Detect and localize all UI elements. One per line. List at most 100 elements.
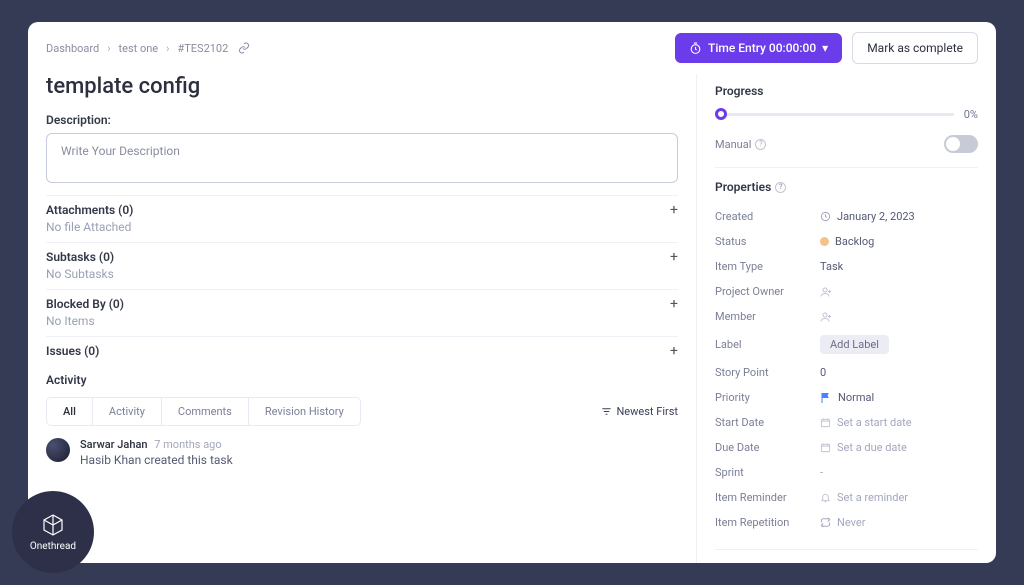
activity-tabs: All Activity Comments Revision History: [46, 397, 361, 426]
sort-button[interactable]: Newest First: [601, 405, 678, 418]
sort-label: Newest First: [616, 405, 678, 418]
prop-due-value: Set a due date: [837, 441, 907, 454]
user-add-icon: [820, 311, 832, 323]
tab-activity[interactable]: Activity: [93, 398, 162, 425]
prop-status-value: Backlog: [835, 235, 874, 248]
prop-itemtype-key: Item Type: [715, 260, 820, 273]
prop-row-created: Created January 2, 2023: [715, 204, 978, 229]
attachments-title: Attachments (0): [46, 203, 133, 217]
onethread-label: Onethread: [30, 541, 76, 552]
breadcrumb-task-id[interactable]: #TES2102: [177, 42, 228, 55]
plus-icon[interactable]: +: [670, 296, 678, 312]
calendar-icon: [820, 442, 831, 453]
prop-row-repetition[interactable]: Item Repetition Never: [715, 510, 978, 535]
clock-icon: [820, 211, 831, 222]
prop-reminder-key: Item Reminder: [715, 491, 820, 504]
progress-title: Progress: [715, 84, 978, 98]
prop-reminder-value: Set a reminder: [837, 491, 908, 504]
prop-row-due-date[interactable]: Due Date Set a due date: [715, 435, 978, 460]
plus-icon[interactable]: +: [670, 202, 678, 218]
activity-item: Sarwar Jahan 7 months ago Hasib Khan cre…: [46, 438, 678, 467]
plus-icon[interactable]: +: [670, 343, 678, 359]
prop-due-key: Due Date: [715, 441, 820, 454]
prop-priority-value: Normal: [838, 391, 874, 404]
onethread-badge[interactable]: Onethread: [12, 491, 94, 573]
chevron-right-icon: ›: [107, 42, 110, 55]
breadcrumb-dashboard[interactable]: Dashboard: [46, 42, 99, 55]
link-icon[interactable]: [236, 42, 252, 54]
properties-title: Properties: [715, 180, 771, 194]
add-attachment-button[interactable]: Add Attachment: [715, 549, 978, 563]
prop-sprint-key: Sprint: [715, 466, 820, 479]
tab-revision-history[interactable]: Revision History: [249, 398, 360, 425]
issues-title: Issues (0): [46, 344, 99, 358]
plus-icon[interactable]: +: [670, 249, 678, 265]
chevron-down-icon: ▾: [822, 41, 828, 55]
activity-timestamp: 7 months ago: [154, 438, 221, 451]
manual-toggle[interactable]: [944, 135, 978, 153]
prop-row-status[interactable]: Status Backlog: [715, 229, 978, 254]
description-input[interactable]: Write Your Description: [46, 133, 678, 183]
avatar[interactable]: [46, 438, 70, 462]
sort-icon: [601, 406, 612, 417]
prop-created-key: Created: [715, 210, 820, 223]
prop-repeat-key: Item Repetition: [715, 516, 820, 529]
prop-status-key: Status: [715, 235, 820, 248]
breadcrumb-project[interactable]: test one: [119, 42, 159, 55]
progress-percent: 0%: [964, 108, 978, 121]
bell-icon: [820, 492, 831, 503]
prop-row-label[interactable]: Label Add Label: [715, 329, 978, 360]
flag-icon: [820, 392, 832, 404]
prop-itemtype-value: Task: [820, 260, 843, 273]
subtasks-title: Subtasks (0): [46, 250, 114, 264]
prop-row-owner[interactable]: Project Owner: [715, 279, 978, 304]
prop-row-start-date[interactable]: Start Date Set a start date: [715, 410, 978, 435]
status-dot-icon: [820, 237, 829, 246]
prop-row-story-point[interactable]: Story Point 0: [715, 360, 978, 385]
prop-created-value: January 2, 2023: [837, 210, 915, 223]
prop-owner-key: Project Owner: [715, 285, 820, 298]
description-label: Description:: [46, 113, 678, 127]
add-label-chip[interactable]: Add Label: [820, 335, 889, 354]
blocked-by-header[interactable]: Blocked By (0) +: [46, 290, 678, 314]
prop-row-priority[interactable]: Priority Normal: [715, 385, 978, 410]
slider-handle[interactable]: [715, 108, 727, 120]
prop-row-sprint[interactable]: Sprint -: [715, 460, 978, 485]
prop-story-value: 0: [820, 366, 826, 379]
mark-complete-button[interactable]: Mark as complete: [852, 32, 978, 64]
tab-comments[interactable]: Comments: [162, 398, 249, 425]
stopwatch-icon: [689, 42, 702, 55]
blocked-by-title: Blocked By (0): [46, 297, 124, 311]
prop-row-member[interactable]: Member: [715, 304, 978, 329]
breadcrumb: Dashboard › test one › #TES2102: [46, 42, 252, 55]
time-entry-label: Time Entry 00:00:00: [708, 41, 816, 55]
time-entry-button[interactable]: Time Entry 00:00:00 ▾: [675, 33, 842, 63]
prop-priority-key: Priority: [715, 391, 820, 404]
subtasks-body: No Subtasks: [46, 267, 678, 289]
cube-icon: [41, 513, 65, 537]
help-icon[interactable]: ?: [775, 182, 786, 193]
page-title[interactable]: template config: [46, 74, 678, 99]
activity-title: Activity: [46, 373, 678, 387]
prop-repeat-value: Never: [837, 516, 865, 529]
help-icon[interactable]: ?: [755, 139, 766, 150]
repeat-icon: [820, 517, 831, 528]
activity-text: Hasib Khan created this task: [80, 453, 233, 467]
subtasks-header[interactable]: Subtasks (0) +: [46, 243, 678, 267]
issues-header[interactable]: Issues (0) +: [46, 337, 678, 361]
prop-row-reminder[interactable]: Item Reminder Set a reminder: [715, 485, 978, 510]
progress-slider[interactable]: [715, 113, 954, 116]
tab-all[interactable]: All: [47, 398, 93, 425]
activity-author: Sarwar Jahan: [80, 438, 148, 451]
prop-row-item-type[interactable]: Item Type Task: [715, 254, 978, 279]
prop-sprint-value: -: [820, 466, 823, 479]
calendar-icon: [820, 417, 831, 428]
prop-story-key: Story Point: [715, 366, 820, 379]
prop-start-key: Start Date: [715, 416, 820, 429]
prop-member-key: Member: [715, 310, 820, 323]
prop-label-key: Label: [715, 338, 820, 351]
chevron-right-icon: ›: [166, 42, 169, 55]
user-add-icon: [820, 286, 832, 298]
attachments-header[interactable]: Attachments (0) +: [46, 196, 678, 220]
manual-label: Manual: [715, 138, 751, 151]
